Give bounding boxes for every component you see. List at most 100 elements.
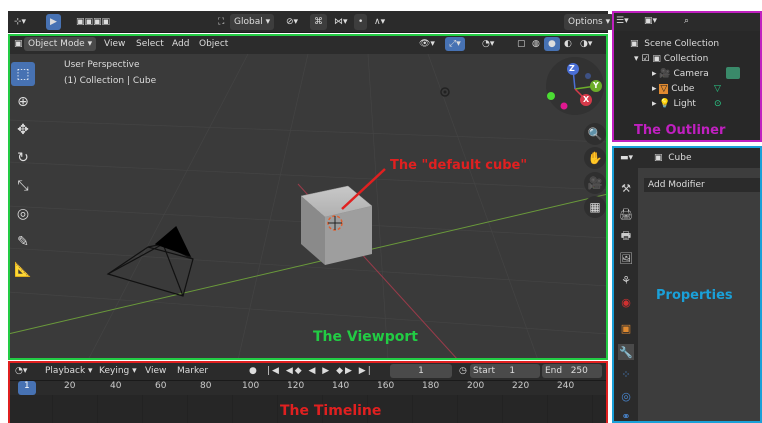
expand-icon: ▸ (652, 84, 657, 94)
record-icon[interactable]: ● (246, 364, 260, 378)
keying-menu[interactable]: Keying ▾ (96, 364, 140, 378)
frame-tick: 80 (200, 381, 212, 391)
physics-tab-icon[interactable]: ◎ (618, 388, 634, 404)
select-box-icon[interactable]: ⬚ (11, 62, 35, 86)
tool-tab-icon[interactable]: ⚒ (618, 180, 634, 196)
frame-tick: 120 (287, 381, 305, 391)
timeline-editor-icon[interactable]: ◔▾ (12, 364, 30, 378)
list-item-label: Camera (673, 69, 709, 79)
list-item-label: Cube (671, 84, 695, 94)
gizmo-z-label: Z (569, 64, 575, 73)
camera-object[interactable] (106, 226, 194, 297)
options-dropdown[interactable]: Options ▾ (564, 14, 615, 30)
annotation-timeline: The Timeline (280, 403, 382, 419)
light-data-icon[interactable]: ⊙ (714, 97, 722, 111)
annotate-icon[interactable]: ✎ (11, 230, 35, 254)
frame-tick: 220 (512, 381, 530, 391)
move-icon[interactable]: ✥ (11, 118, 35, 142)
frame-tick: 60 (155, 381, 167, 391)
measure-icon[interactable]: 📐 (11, 258, 35, 282)
shading-solid-icon[interactable]: ● (544, 37, 560, 51)
scene-collection-row[interactable]: ▣ Scene Collection (630, 37, 719, 51)
object-tab-icon[interactable]: ▣ (618, 320, 634, 336)
frame-tick: 200 (467, 381, 485, 391)
list-item[interactable]: ▸ ▽ Cube (652, 82, 694, 96)
editor-type-icon[interactable]: ⊹▾ (10, 14, 30, 30)
frame-tick: 140 (332, 381, 350, 391)
add-modifier-button[interactable]: Add Modifier (644, 178, 762, 192)
top-header: ⊹▾ ▶ ▣▣▣▣ ⛶ Global ▾ ⊘▾ ⌘ ⋈▾ • ∧▾ Option… (8, 11, 615, 33)
particles-tab-icon[interactable]: ⁘ (618, 366, 634, 382)
annotation-outliner: The Outliner (634, 123, 726, 138)
start-field[interactable]: Start 1 (470, 364, 540, 378)
modifier-tab-icon[interactable]: 🔧 (618, 344, 634, 360)
default-cube[interactable] (300, 185, 373, 265)
end-field[interactable]: End 250 (542, 364, 602, 378)
annotation-properties: Properties (656, 288, 733, 303)
select-menu[interactable]: Select (132, 37, 168, 51)
view-menu[interactable]: View (100, 37, 129, 51)
outliner-editor-icon[interactable]: ☰▾ (616, 14, 629, 28)
gizmo-toggle-icon[interactable]: ⤢▾ (445, 37, 465, 51)
current-frame-field[interactable]: 1 (390, 364, 452, 378)
mesh-data-icon[interactable]: ▽ (714, 82, 721, 96)
camera-data-icon[interactable] (726, 67, 740, 79)
collection-box-icon: ▣ (630, 39, 639, 49)
pan-hand-icon[interactable]: ✋ (584, 147, 606, 169)
render-tab-icon[interactable]: 🖨 (618, 206, 634, 222)
list-item[interactable]: ▸ 🎥 Camera (652, 67, 709, 81)
object-name-row: ▣ Cube (654, 151, 692, 165)
zoom-icon[interactable]: 🔍 (584, 123, 606, 145)
rotate-icon[interactable]: ↻ (11, 146, 35, 170)
properties-editor-icon[interactable]: ▬▾ (620, 151, 633, 165)
expand-icon: ▾ (634, 54, 639, 64)
list-item-label: Light (673, 99, 696, 109)
orientation-dropdown[interactable]: Global ▾ (230, 14, 275, 30)
list-item[interactable]: ▸ 💡 Light (652, 97, 696, 111)
overlay-icon[interactable]: ◔▾ (478, 37, 498, 51)
mode-label: Object Mode (28, 39, 85, 49)
camera-icon: 🎥 (659, 69, 671, 79)
scale-icon[interactable]: ⤡ (11, 174, 35, 198)
start-label: Start (473, 366, 495, 376)
display-mode-icon[interactable]: ▣▾ (644, 14, 657, 28)
scene-tab-icon[interactable]: ⚘ (618, 272, 634, 288)
scene-collection-label: Scene Collection (644, 39, 720, 49)
object-menu[interactable]: Object (195, 37, 232, 51)
marker-menu[interactable]: Marker (174, 364, 211, 378)
shading-wire-icon[interactable]: ◍ (528, 37, 544, 51)
world-tab-icon[interactable]: ◉ (618, 294, 634, 310)
viewport[interactable]: Z Y X ▣ Object Mode ▾ View Select Add Ob… (8, 34, 608, 360)
falloff-icon[interactable]: ∧▾ (370, 14, 389, 30)
view-layer-tab-icon[interactable]: 🖼 (618, 250, 634, 266)
shading-material-icon[interactable]: ◐ (560, 37, 576, 51)
transform-icon[interactable]: ◎ (11, 202, 35, 226)
expand-icon: ▸ (652, 69, 657, 79)
gizmo-x-label: X (583, 95, 590, 104)
gizmo-y-label: Y (593, 81, 599, 90)
ortho-grid-icon[interactable]: ▦ (584, 196, 606, 218)
mode-dropdown[interactable]: Object Mode ▾ (24, 37, 97, 51)
search-icon[interactable]: ⌕ (684, 14, 689, 28)
list-item[interactable]: ▾ ☑ ▣ Collection (634, 52, 708, 66)
playback-menu[interactable]: Playback ▾ (42, 364, 96, 378)
snap-icon[interactable]: ⌘ (310, 14, 327, 30)
output-tab-icon[interactable]: 🖶 (618, 228, 634, 244)
blender-window: { "topbar": { "orientation": "Global", "… (0, 0, 762, 423)
frame-tick: 160 (377, 381, 395, 391)
add-menu[interactable]: Add (168, 37, 193, 51)
cursor-icon[interactable]: ⊕ (11, 90, 35, 114)
pivot-icon[interactable]: ⊘▾ (282, 14, 302, 30)
constraints-tab-icon[interactable]: ⚭ (618, 408, 634, 423)
view-menu[interactable]: View (142, 364, 169, 378)
snap-target-icon[interactable]: ⋈▾ (330, 14, 352, 30)
light-object[interactable] (440, 87, 450, 97)
visibility-icon[interactable]: 👁▾ (415, 37, 439, 51)
checkbox-icon[interactable]: ☑ (641, 54, 649, 64)
shading-render-icon[interactable]: ◑▾ (576, 37, 596, 51)
select-tool-icon[interactable]: ▶ (46, 14, 61, 30)
playback-controls[interactable]: |◀ ◀◆ ◀ ▶ ◆▶ ▶| (264, 364, 376, 378)
proportional-edit-icon[interactable]: • (354, 14, 368, 30)
select-mode-icons[interactable]: ▣▣▣▣ (72, 14, 114, 30)
camera-view-icon[interactable]: 🎥 (584, 172, 606, 194)
